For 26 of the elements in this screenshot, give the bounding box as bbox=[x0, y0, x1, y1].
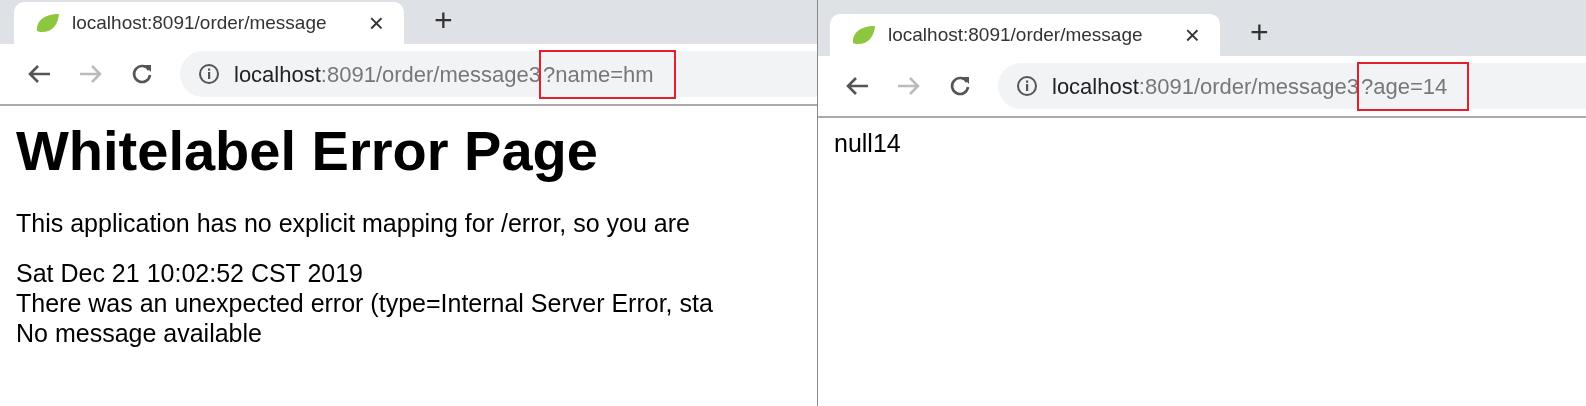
back-arrow-icon[interactable] bbox=[26, 63, 52, 85]
reload-icon[interactable] bbox=[948, 74, 972, 98]
text-line: No message available bbox=[16, 318, 263, 348]
back-arrow-icon[interactable] bbox=[844, 75, 870, 97]
reload-icon[interactable] bbox=[130, 62, 154, 86]
address-bar[interactable]: localhost:8091/order/message3?age=14 bbox=[998, 63, 1586, 109]
leaf-icon bbox=[34, 11, 62, 35]
new-tab-button[interactable]: + bbox=[1250, 16, 1269, 48]
text-line: There was an unexpected error (type=Internal Server Error, sta bbox=[16, 288, 714, 318]
text-line: null14 bbox=[834, 128, 902, 158]
browser-tab[interactable]: localhost:8091/order/message × bbox=[830, 14, 1220, 56]
close-tab-button[interactable]: × bbox=[368, 10, 384, 36]
leaf-icon bbox=[850, 23, 878, 47]
address-bar[interactable]: localhost:8091/order/message3?name=hm bbox=[180, 51, 817, 97]
text-line: Sat Dec 21 10:02:52 CST 2019 bbox=[16, 258, 364, 288]
page-heading: Whitelabel Error Page bbox=[16, 118, 599, 184]
info-icon[interactable] bbox=[1016, 75, 1038, 97]
info-icon[interactable] bbox=[198, 63, 220, 85]
url-text: localhost:8091/order/message3?age=14 bbox=[1052, 63, 1468, 109]
paragraph: This application has no explicit mapping for /error, so you are bbox=[16, 208, 691, 238]
url-text: localhost:8091/order/message3?name=hm bbox=[234, 51, 674, 97]
tab-title: localhost:8091/order/message bbox=[888, 22, 1144, 47]
close-tab-button[interactable]: × bbox=[1184, 22, 1200, 48]
tab-title: localhost:8091/order/message bbox=[72, 10, 328, 35]
new-tab-button[interactable]: + bbox=[434, 4, 453, 36]
browser-tab[interactable]: localhost:8091/order/message × bbox=[14, 2, 404, 44]
